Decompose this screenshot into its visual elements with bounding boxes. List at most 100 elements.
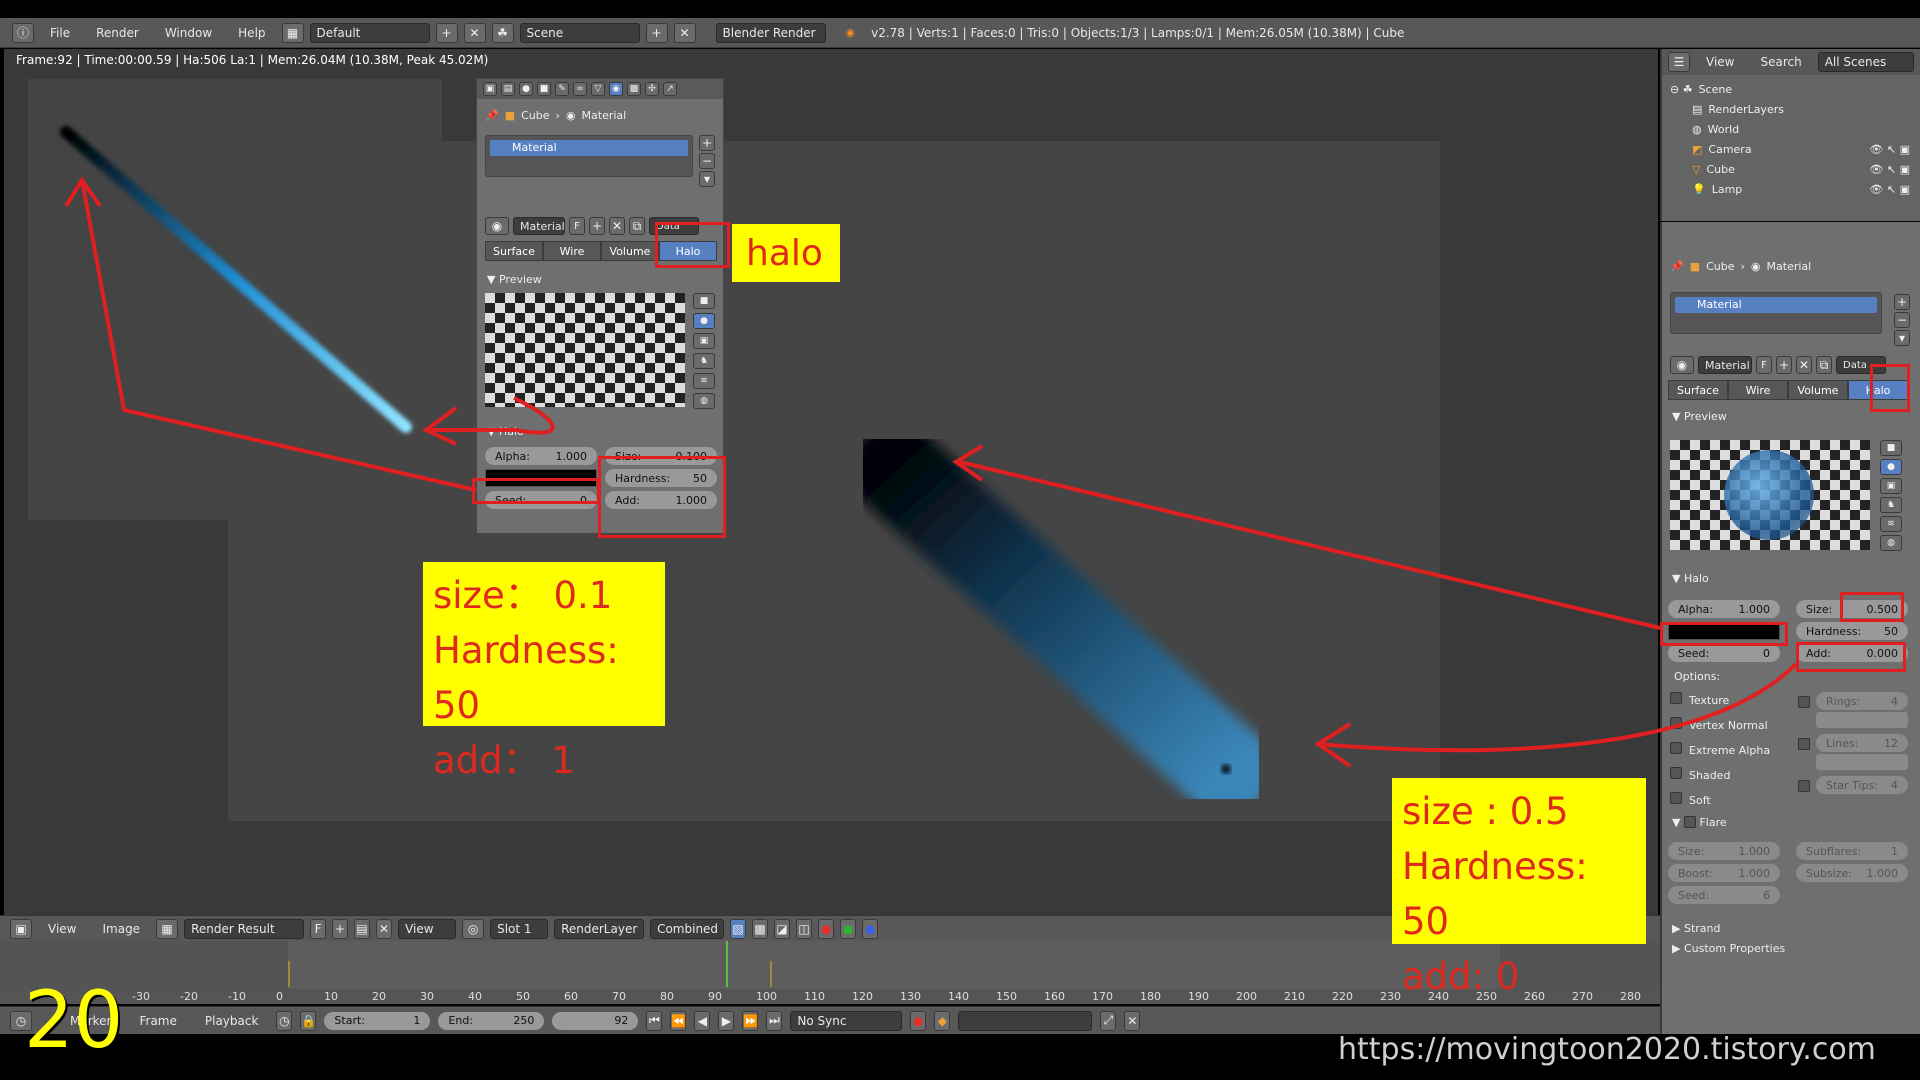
new-image-icon[interactable]: +	[332, 918, 349, 939]
preview-section-header[interactable]: ▼ Preview	[477, 269, 542, 289]
props-preview-sky-icon[interactable]: ◍	[1880, 535, 1902, 551]
preview-cube-icon[interactable]: ▣	[693, 333, 715, 349]
flare-size-field[interactable]: Size: 1.000	[1668, 842, 1780, 860]
browse-image-icon[interactable]: ▦	[156, 918, 179, 939]
insert-key-icon[interactable]: ⤢	[1100, 1010, 1117, 1031]
outliner-filter-select[interactable]: All Scenes	[1817, 52, 1914, 72]
particles-tab-icon[interactable]: ✣	[645, 82, 659, 96]
props-browse-material-icon[interactable]: ◉	[1670, 356, 1694, 374]
startips-checkbox[interactable]	[1798, 780, 1810, 792]
sync-mode-select[interactable]: No Sync	[790, 1010, 903, 1031]
constraint-tab-icon[interactable]: ∞	[573, 82, 587, 96]
keying-set-icon[interactable]: ◆	[934, 1010, 951, 1031]
lines-color-swatch[interactable]	[1816, 754, 1908, 770]
pin-icon[interactable]: 📌	[485, 109, 499, 122]
outliner-item-renderlayers[interactable]: ▤ RenderLayers	[1670, 99, 1920, 119]
outliner-menu-view[interactable]: View	[1696, 55, 1744, 69]
add-slot-icon[interactable]: +	[699, 135, 715, 151]
link-type-icon[interactable]: ⧉	[629, 217, 645, 235]
render-engine-select[interactable]: Blender Render	[715, 22, 826, 43]
flare-subsize-field[interactable]: Subsize: 1.000	[1796, 864, 1908, 882]
option-shaded[interactable]: Shaded	[1670, 767, 1770, 782]
material-tab-icon[interactable]: ◉	[609, 82, 623, 96]
modifier-tab-icon[interactable]: ✎	[555, 82, 569, 96]
render-layer-select[interactable]: RenderLayer	[554, 918, 645, 939]
option-extreme-alpha[interactable]: Extreme Alpha	[1670, 742, 1770, 757]
red-channel-icon[interactable]: ●	[818, 918, 835, 939]
menu-file[interactable]: File	[40, 26, 80, 40]
current-frame-marker[interactable]	[725, 941, 728, 987]
props-preview-sphere-icon[interactable]: ●	[1880, 459, 1902, 475]
delete-key-icon[interactable]: ✕	[1124, 1010, 1141, 1031]
outliner-item-camera[interactable]: ◩ Camera 👁 ↖ ▣	[1670, 139, 1920, 159]
scene-tab-icon[interactable]: ●	[519, 82, 533, 96]
props-preview-plane-icon[interactable]: ■	[1880, 440, 1902, 456]
props-tab-wire[interactable]: Wire	[1728, 380, 1788, 400]
remove-layout-icon[interactable]: ✕	[463, 22, 486, 43]
blue-channel-icon[interactable]: ●	[862, 918, 879, 939]
play-reverse-icon[interactable]: ◀	[694, 1010, 711, 1031]
tab-surface[interactable]: Surface	[485, 241, 543, 261]
layers-tab-icon[interactable]: ▤	[501, 82, 515, 96]
start-frame-field[interactable]: Start: 1	[324, 1011, 431, 1030]
pin-icon[interactable]: 📌	[1670, 260, 1684, 273]
image-fake-user-button[interactable]: F	[310, 918, 327, 939]
new-material-icon[interactable]: +	[589, 217, 605, 235]
remove-scene-icon[interactable]: ✕	[673, 22, 696, 43]
outliner-item-lamp[interactable]: 💡 Lamp 👁 ↖ ▣	[1670, 179, 1920, 199]
curves-icon[interactable]: ◫	[796, 918, 813, 939]
props-preview-hair-icon[interactable]: ≋	[1880, 516, 1902, 532]
lock-icon[interactable]: 🔒	[300, 1010, 317, 1031]
menu-window[interactable]: Window	[155, 26, 222, 40]
preview-sphere-icon[interactable]: ●	[693, 313, 715, 329]
preview-hair-icon[interactable]: ≋	[693, 373, 715, 389]
strand-section-header[interactable]: ▶ Strand	[1662, 918, 1720, 938]
lines-checkbox[interactable]	[1798, 738, 1810, 750]
layout-selector[interactable]: Default	[309, 22, 430, 43]
range-icon[interactable]: ◷	[276, 1010, 293, 1031]
lines-field[interactable]: Lines: 12	[1816, 734, 1908, 752]
props-material-slot-list[interactable]: Material	[1670, 292, 1882, 334]
image-datablock[interactable]: Render Result	[184, 918, 305, 939]
display-channels-icon[interactable]: ▧	[730, 918, 747, 939]
props-seed-slider[interactable]: Seed: 0	[1668, 644, 1780, 662]
alpha-slider[interactable]: Alpha: 1.000	[485, 447, 597, 465]
render-tab-icon[interactable]: ▣	[483, 82, 497, 96]
material-slot-list[interactable]: Material	[485, 135, 693, 177]
material-slot-item[interactable]: Material	[490, 140, 688, 156]
outliner-item-scene[interactable]: ⊖ ☘ Scene	[1670, 79, 1920, 99]
preview-plane-icon[interactable]: ■	[693, 293, 715, 309]
rings-field[interactable]: Rings: 4	[1816, 692, 1908, 710]
unlink-image-icon[interactable]: ✕	[376, 918, 393, 939]
preview-monkey-icon[interactable]: ♞	[693, 353, 715, 369]
current-frame-field[interactable]: 92	[552, 1011, 639, 1030]
flare-section-header[interactable]: ▼ Flare	[1662, 812, 1727, 832]
menu-help[interactable]: Help	[228, 26, 275, 40]
add-scene-icon[interactable]: +	[645, 22, 668, 43]
option-soft[interactable]: Soft	[1670, 792, 1770, 807]
image-editor-icon[interactable]: ▣	[10, 918, 32, 939]
play-icon[interactable]: ▶	[718, 1010, 735, 1031]
material-datablock[interactable]: Material	[513, 217, 565, 235]
jump-end-icon[interactable]: ⏭	[766, 1010, 783, 1031]
visibility-eye-icon[interactable]: 👁 ↖ ▣	[1869, 183, 1910, 196]
texture-tab-icon[interactable]: ▩	[627, 82, 641, 96]
outliner-item-cube[interactable]: ▽ Cube 👁 ↖ ▣	[1670, 159, 1920, 179]
tab-volume[interactable]: Volume	[601, 241, 659, 261]
flare-boost-field[interactable]: Boost: 1.000	[1668, 864, 1780, 882]
rings-color-swatch[interactable]	[1816, 712, 1908, 728]
add-layout-icon[interactable]: +	[435, 22, 458, 43]
flare-seed-field[interactable]: Seed: 6	[1668, 886, 1780, 904]
render-pass-select[interactable]: Combined	[650, 918, 725, 939]
info-editor-icon[interactable]: ⓘ	[12, 22, 34, 43]
scene-icon[interactable]: ☘	[491, 22, 514, 43]
startips-field[interactable]: Star Tips: 4	[1816, 776, 1908, 794]
props-preview-cube-icon[interactable]: ▣	[1880, 478, 1902, 494]
pivot-icon[interactable]: ◎	[462, 918, 485, 939]
outliner-menu-search[interactable]: Search	[1750, 55, 1811, 69]
record-icon[interactable]: ●	[910, 1010, 927, 1031]
props-link-type-icon[interactable]: ⧉	[1816, 356, 1832, 374]
end-frame-field[interactable]: End: 250	[438, 1011, 545, 1030]
props-preview-monkey-icon[interactable]: ♞	[1880, 497, 1902, 513]
timeline-menu-playback[interactable]: Playback	[195, 1014, 269, 1028]
